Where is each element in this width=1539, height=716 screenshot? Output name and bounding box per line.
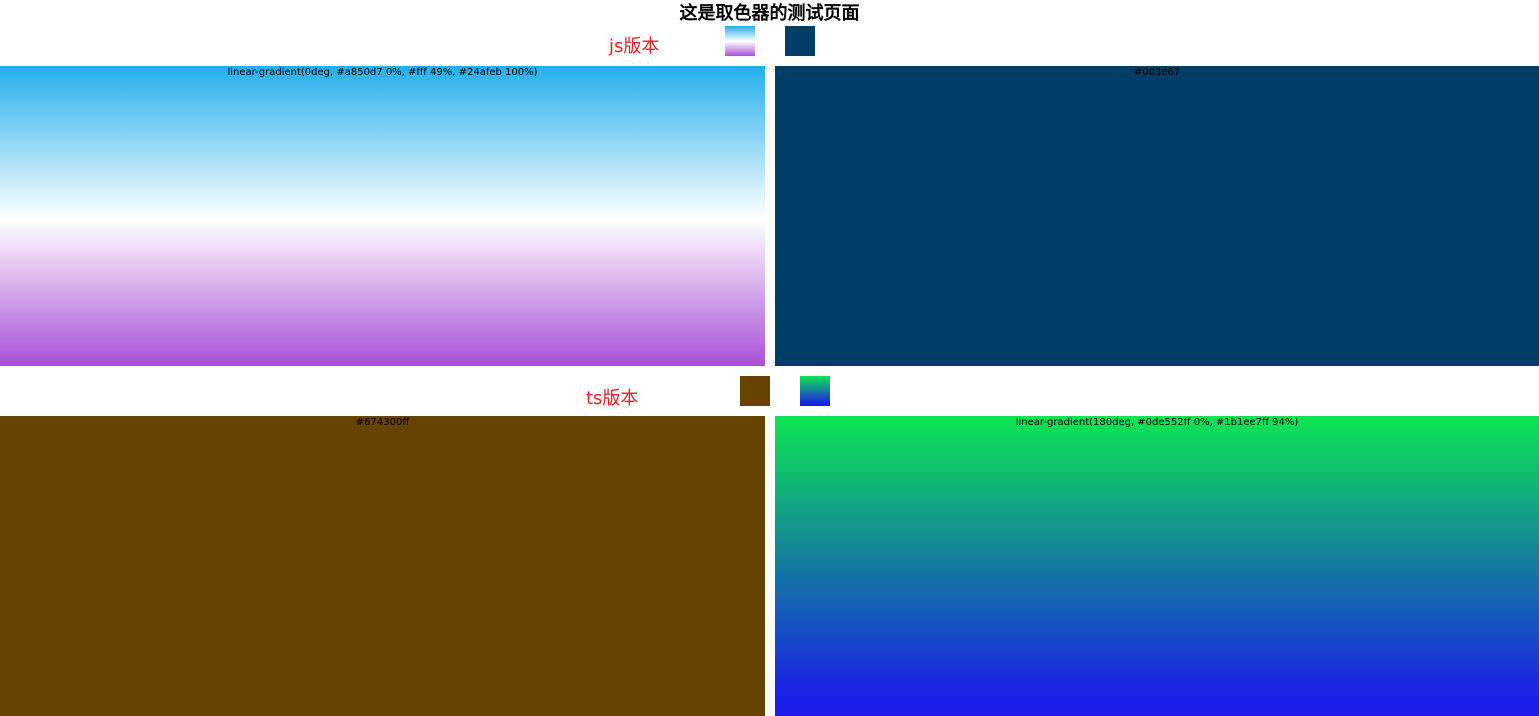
page-title: 这是取色器的测试页面	[679, 3, 860, 24]
js-version-label: js版本	[609, 36, 660, 57]
ts-gradient-preview-panel: linear-gradient(180deg, #0de552ff 0%, #1…	[775, 416, 1539, 716]
js-solid-value-text: #003e67	[1133, 67, 1181, 78]
js-solid-preview-panel: #003e67	[775, 66, 1539, 366]
js-gradient-value-text: linear-gradient(0deg, #a850d7 0%, #fff 4…	[227, 67, 538, 78]
ts-gradient-color-picker-button[interactable]	[800, 376, 830, 406]
js-gradient-preview-panel: linear-gradient(0deg, #a850d7 0%, #fff 4…	[0, 66, 765, 366]
ts-solid-value-text: #674300ff	[355, 417, 410, 428]
ts-gradient-value-text: linear-gradient(180deg, #0de552ff 0%, #1…	[1015, 417, 1299, 428]
ts-version-label: ts版本	[586, 388, 639, 409]
js-gradient-color-picker-button[interactable]	[725, 26, 755, 56]
ts-solid-color-picker-button[interactable]	[740, 376, 770, 406]
ts-solid-preview-panel: #674300ff	[0, 416, 765, 716]
js-solid-color-picker-button[interactable]	[785, 26, 815, 56]
